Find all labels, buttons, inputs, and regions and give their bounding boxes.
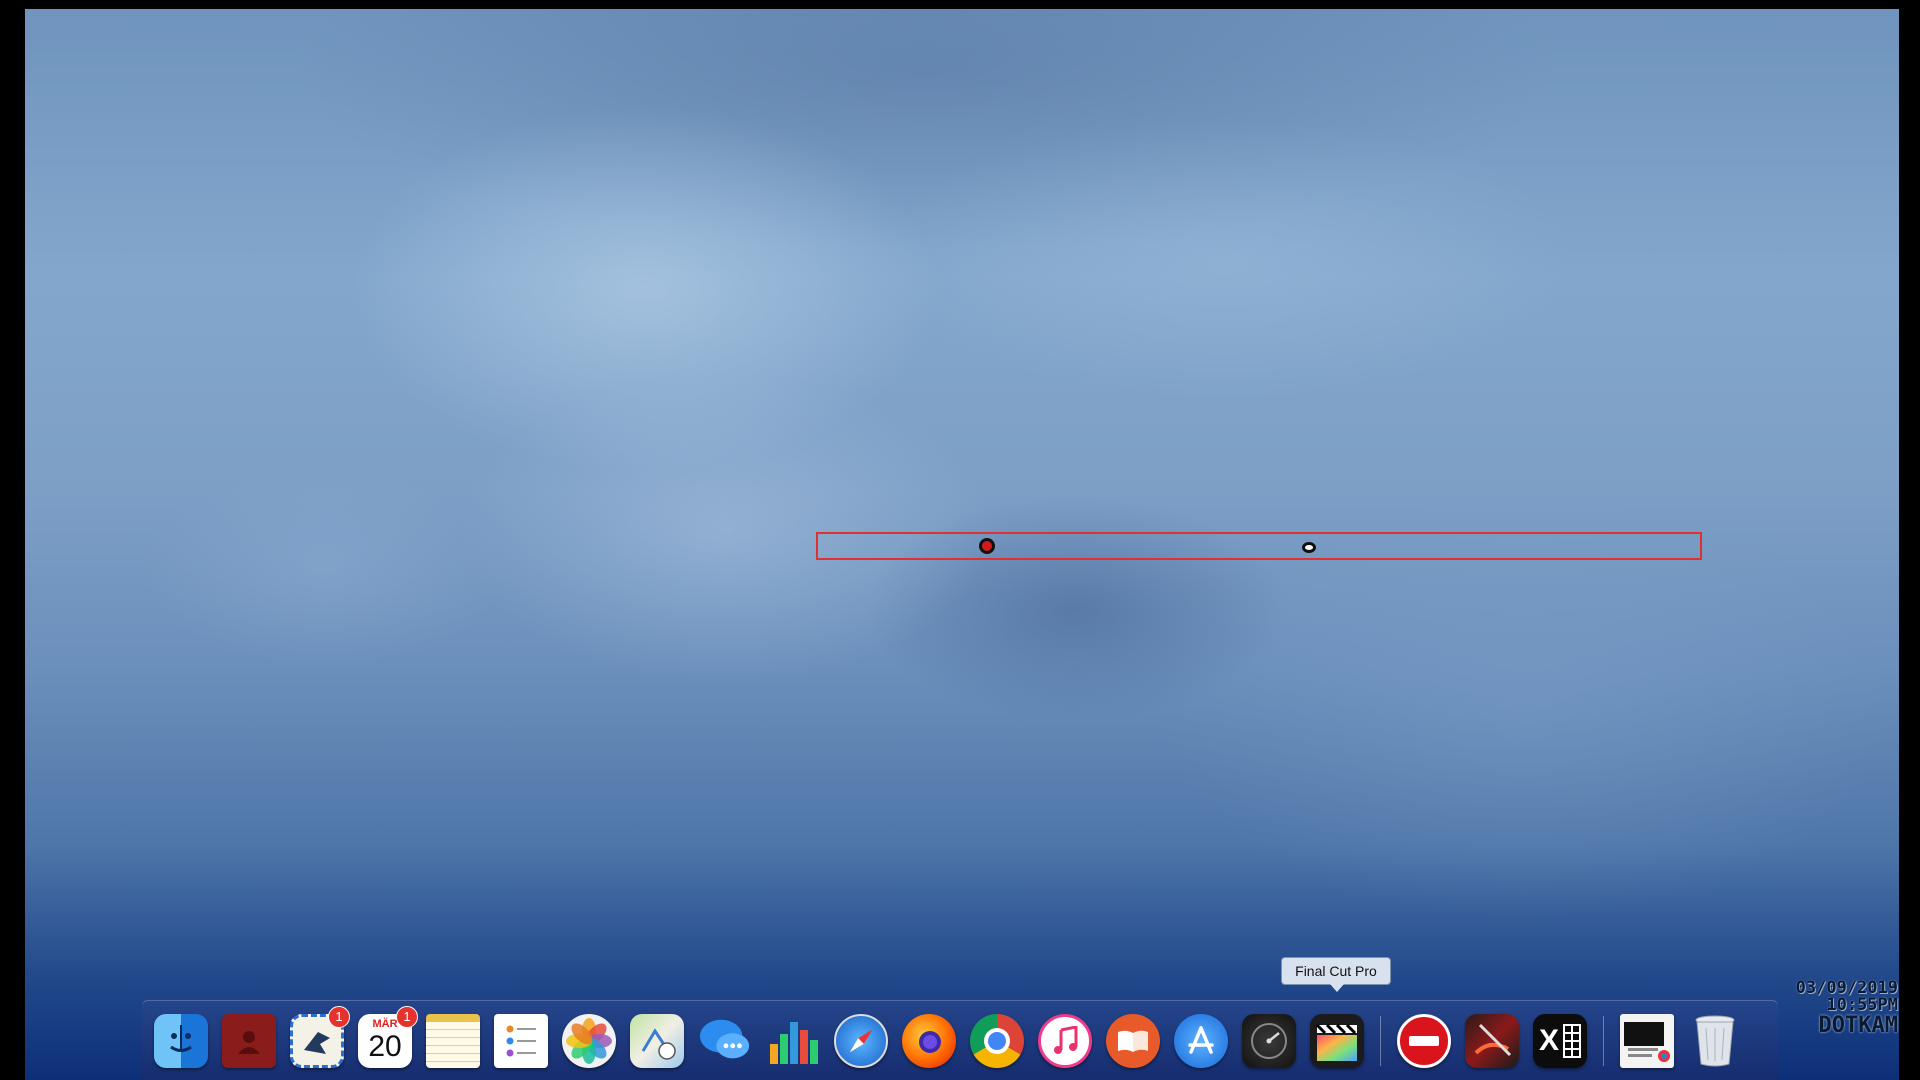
dock-separator: [1380, 1015, 1381, 1066]
finder-icon: [154, 1013, 208, 1068]
itunes-icon: [1038, 1013, 1092, 1068]
dock-item-safari[interactable]: [832, 1012, 890, 1070]
dock-item-messages[interactable]: [696, 1012, 754, 1070]
red-target-dot: [979, 538, 995, 554]
timestamp-overlay: 03/09/2019 10:55PM DOTKAM: [1796, 980, 1898, 1038]
chrome-icon: [970, 1013, 1024, 1068]
dock-item-calendar[interactable]: MÄR 20 1: [356, 1005, 418, 1070]
excel-glyph: X: [1538, 1023, 1559, 1057]
dashboard-icon: [1242, 1013, 1296, 1068]
dock-item-screenshot-stack[interactable]: [1618, 1012, 1676, 1070]
dock-item-notes[interactable]: [424, 1012, 482, 1070]
screenshot-stack-icon: [1620, 1013, 1674, 1068]
excel-icon: X: [1533, 1013, 1587, 1068]
books-icon: [1106, 1013, 1160, 1068]
dock-item-finder[interactable]: [152, 1012, 210, 1070]
dock-separator-2: [1603, 1015, 1604, 1066]
white-target-dot: [1302, 542, 1316, 553]
dock-item-stop[interactable]: [1395, 1012, 1453, 1070]
calendar-badge: 1: [396, 1005, 418, 1028]
mail-badge: 1: [328, 1005, 350, 1028]
dock-item-reminders[interactable]: [492, 1012, 550, 1070]
photo-editor-icon: [1465, 1013, 1519, 1068]
trash-icon: [1688, 1014, 1742, 1068]
reminders-icon: [494, 1013, 548, 1068]
dock-item-photos[interactable]: [560, 1012, 618, 1070]
dock-item-chrome[interactable]: [968, 1012, 1026, 1070]
stop-icon: [1397, 1013, 1451, 1068]
notes-icon: [426, 1013, 480, 1068]
selection-rectangle: [816, 532, 1702, 560]
numbers-icon: [766, 1014, 820, 1068]
dock-item-app-store[interactable]: [1172, 1012, 1230, 1070]
firefox-icon: [902, 1013, 956, 1068]
photos-icon: [562, 1013, 616, 1068]
dock-item-mail[interactable]: 1: [288, 1005, 350, 1070]
final-cut-pro-icon: [1310, 1013, 1364, 1068]
dock-item-excel[interactable]: X: [1531, 1012, 1589, 1070]
dock-item-numbers[interactable]: [764, 1012, 822, 1070]
dock-item-books[interactable]: [1104, 1012, 1162, 1070]
timestamp-time: 10:55PM: [1826, 995, 1898, 1015]
dock-item-final-cut-pro[interactable]: [1308, 1012, 1366, 1070]
calendar-day: 20: [368, 1030, 402, 1063]
dock-item-trash[interactable]: [1686, 1012, 1744, 1070]
dock-item-contacts[interactable]: [220, 1012, 278, 1070]
contacts-icon: [222, 1013, 276, 1068]
dock-item-photo-editor[interactable]: [1463, 1012, 1521, 1070]
dock-item-itunes[interactable]: [1036, 1012, 1094, 1070]
desktop-wallpaper: [25, 9, 1899, 1080]
dock-item-firefox[interactable]: [900, 1012, 958, 1070]
dock: 1 MÄR 20 1 X: [142, 1000, 1778, 1080]
calendar-month: MÄR: [372, 1018, 398, 1030]
timestamp-camera: DOTKAM: [1818, 1013, 1898, 1038]
dock-item-dashboard[interactable]: [1240, 1012, 1298, 1070]
app-store-icon: [1174, 1013, 1228, 1068]
dock-item-maps[interactable]: [628, 1012, 686, 1070]
safari-icon: [834, 1013, 888, 1068]
dock-tooltip: Final Cut Pro: [1281, 957, 1391, 992]
messages-icon: [698, 1014, 752, 1068]
maps-icon: [630, 1013, 684, 1068]
